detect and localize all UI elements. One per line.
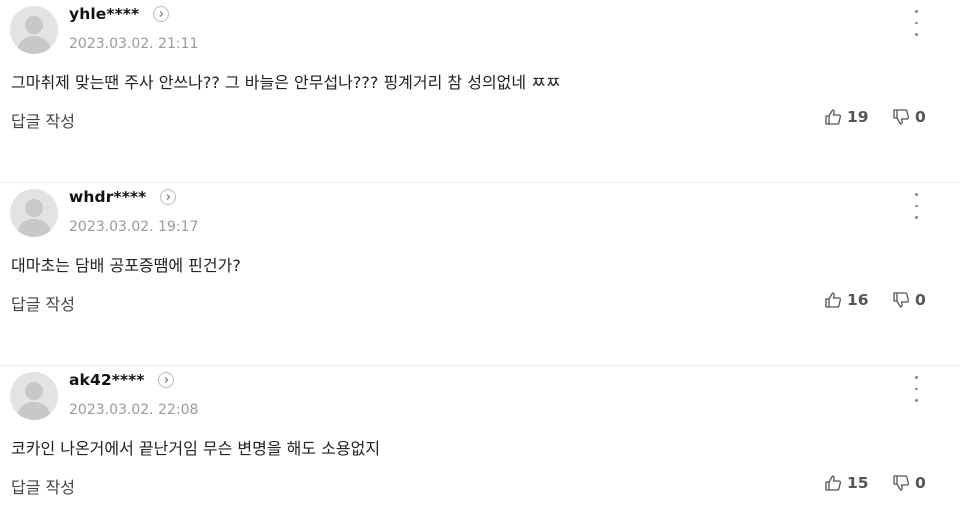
comment-text: 그마취제 맞는땐 주사 안쓰나?? 그 바늘은 안무섭나??? 핑계거리 참 성…: [11, 73, 561, 92]
dislike-count: 0: [915, 108, 926, 126]
dislike-count: 0: [915, 291, 926, 309]
default-profile-icon: [10, 189, 58, 237]
comment-date: 2023.03.02. 19:17: [69, 219, 199, 235]
comment-list: yhle**** 2023.03.02. 21:11 그마취제 맞는땐 주사 안…: [0, 0, 960, 522]
nickname[interactable]: whdr****: [69, 188, 176, 206]
thumbs-down-icon: [893, 109, 910, 125]
more-options-icon[interactable]: [906, 191, 926, 221]
thumbs-down-icon: [893, 475, 910, 491]
comment-item: yhle**** 2023.03.02. 21:11 그마취제 맞는땐 주사 안…: [0, 0, 960, 183]
thumbs-up-icon: [825, 109, 842, 125]
profile-arrow-icon[interactable]: [152, 5, 169, 22]
thumbs-down-icon: [893, 292, 910, 308]
nickname-text[interactable]: yhle****: [69, 5, 139, 23]
nickname-text[interactable]: ak42****: [69, 371, 145, 389]
like-button[interactable]: 19: [824, 108, 869, 126]
like-button[interactable]: 16: [824, 291, 869, 309]
dislike-count: 0: [915, 474, 926, 492]
dislike-button[interactable]: 0: [892, 474, 926, 492]
comment-item: ak42**** 2023.03.02. 22:08 코카인 나온거에서 끝난거…: [0, 366, 960, 522]
thumbs-up-icon: [825, 475, 842, 491]
default-profile-icon: [10, 6, 58, 54]
like-count: 15: [847, 474, 869, 492]
dislike-button[interactable]: 0: [892, 291, 926, 309]
comment-item: whdr**** 2023.03.02. 19:17 대마초는 담배 공포증땜에…: [0, 183, 960, 366]
comment-text: 대마초는 담배 공포증땜에 핀건가?: [11, 256, 241, 275]
like-count: 16: [847, 291, 869, 309]
comment-text: 코카인 나온거에서 끝난거임 무슨 변명을 해도 소용없지: [11, 439, 381, 458]
default-profile-icon: [10, 372, 58, 420]
profile-arrow-icon[interactable]: [158, 371, 175, 388]
comment-date: 2023.03.02. 22:08: [69, 402, 199, 418]
avatar[interactable]: [10, 372, 58, 420]
avatar[interactable]: [10, 6, 58, 54]
reply-button[interactable]: 답글 작성: [11, 474, 75, 498]
thumbs-up-icon: [825, 292, 842, 308]
nickname-text[interactable]: whdr****: [69, 188, 146, 206]
more-options-icon[interactable]: [906, 374, 926, 404]
like-button[interactable]: 15: [824, 474, 869, 492]
reply-button[interactable]: 답글 작성: [11, 108, 75, 132]
comment-date: 2023.03.02. 21:11: [69, 36, 199, 52]
reply-button[interactable]: 답글 작성: [11, 291, 75, 315]
nickname[interactable]: ak42****: [69, 371, 175, 389]
dislike-button[interactable]: 0: [892, 108, 926, 126]
profile-arrow-icon[interactable]: [159, 188, 176, 205]
more-options-icon[interactable]: [906, 8, 926, 38]
avatar[interactable]: [10, 189, 58, 237]
like-count: 19: [847, 108, 869, 126]
nickname[interactable]: yhle****: [69, 5, 169, 23]
